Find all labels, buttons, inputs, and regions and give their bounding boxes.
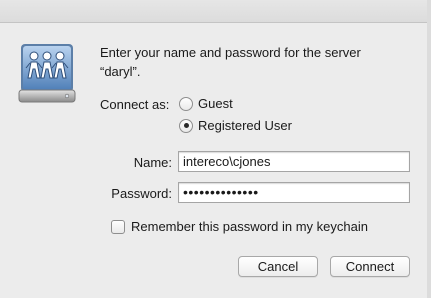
guest-radio-option[interactable]: Guest [179, 96, 233, 111]
message-line-1: Enter your name and password for the ser… [100, 45, 361, 60]
connect-as-label: Connect as: [100, 97, 170, 112]
dialog-message: Enter your name and password for the ser… [100, 43, 400, 81]
connect-button[interactable]: Connect [330, 256, 410, 277]
cancel-button[interactable]: Cancel [238, 256, 318, 277]
dialog-top-bar [0, 0, 431, 23]
connect-to-server-dialog: Enter your name and password for the ser… [0, 0, 431, 298]
name-label: Name: [133, 155, 172, 170]
message-line-2: “daryl”. [100, 64, 141, 79]
remember-keychain-label[interactable]: Remember this password in my keychain [131, 219, 368, 234]
guest-radio-button[interactable] [179, 96, 193, 111]
registered-user-radio-label[interactable]: Registered User [198, 118, 292, 133]
name-field[interactable]: intereco\cjones [178, 151, 410, 172]
registered-user-radio-button[interactable] [179, 118, 193, 133]
remember-keychain-option[interactable]: Remember this password in my keychain [111, 219, 368, 234]
network-server-icon [18, 44, 76, 103]
guest-radio-label[interactable]: Guest [198, 96, 233, 111]
window-edge [427, 0, 431, 298]
remember-keychain-checkbox[interactable] [111, 219, 125, 234]
password-field[interactable]: •••••••••••••• [178, 182, 410, 203]
password-label: Password: [111, 186, 172, 201]
registered-user-radio-option[interactable]: Registered User [179, 118, 292, 133]
